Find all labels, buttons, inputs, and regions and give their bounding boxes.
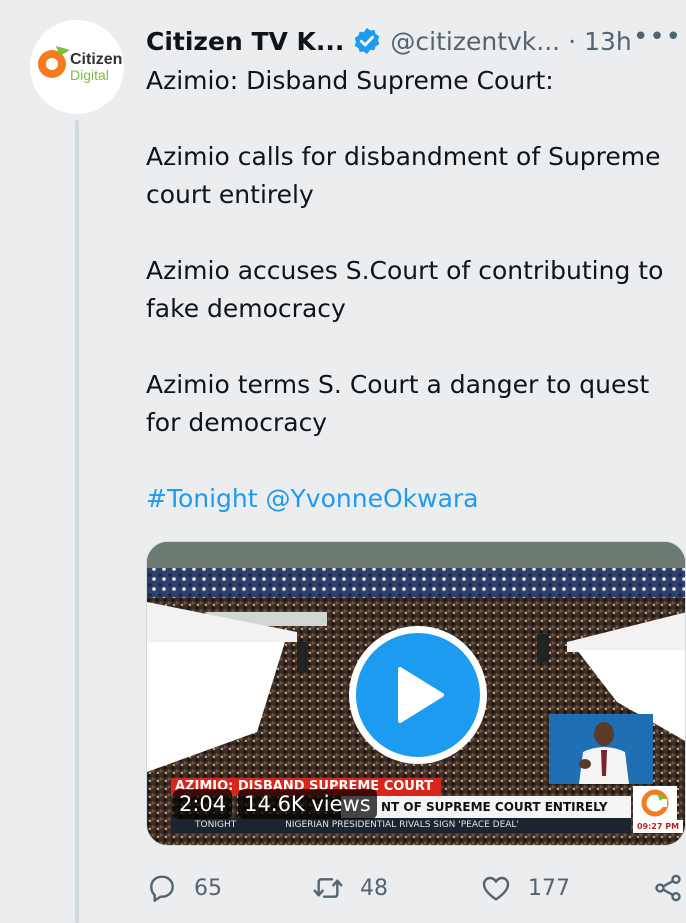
heart-icon: [482, 876, 510, 901]
author-name[interactable]: Citizen TV K...: [146, 27, 344, 56]
like-button[interactable]: 177: [480, 872, 570, 904]
tweet-tags: #Tonight @YvonneOkwara: [146, 480, 686, 518]
video-duration: 2:04: [173, 789, 233, 819]
video-stats-overlay: 2:04 14.6K views: [173, 789, 377, 819]
broadcast-clock: 09:27 PM: [633, 820, 683, 833]
reply-button[interactable]: 65: [146, 872, 222, 904]
retweet-icon: [313, 878, 343, 898]
reply-count: 65: [194, 875, 222, 901]
subheadline-banner: NT OF SUPREME COURT ENTIRELY: [341, 796, 631, 818]
tweet-header: Citizen TV K... @citizentvk... · 13h •••: [146, 22, 686, 60]
thread-connector-line: [75, 120, 79, 923]
tweet-actions: 65 48 177: [146, 868, 686, 908]
tweet-text-line: Azimio accuses S.Court of contributing t…: [146, 256, 664, 323]
tweet-text-line: Azimio calls for disbandment of Supreme …: [146, 142, 661, 209]
video-player[interactable]: AZIMIO: DISBAND SUPREME COURT NT OF SUPR…: [146, 541, 686, 846]
sign-language-interpreter: [549, 714, 653, 784]
news-ticker: TONIGHT NIGERIAN PRESIDENTIAL RIVALS SIG…: [171, 818, 631, 833]
verified-badge-icon: [352, 26, 382, 56]
play-icon: [398, 667, 444, 723]
ticker-show-name: TONIGHT: [195, 820, 237, 830]
channel-logo-icon: [633, 786, 677, 820]
tweet-body: Azimio: Disband Supreme Court: Azimio ca…: [146, 62, 686, 518]
like-count: 177: [528, 875, 570, 901]
tweet-text-line: Azimio: Disband Supreme Court:: [146, 66, 554, 95]
svg-text:Digital: Digital: [70, 67, 109, 83]
share-button[interactable]: [652, 872, 684, 904]
retweet-count: 48: [360, 875, 388, 901]
mention-link[interactable]: @YvonneOkwara: [266, 484, 479, 513]
author-handle[interactable]: @citizentvk...: [390, 27, 560, 56]
hashtag-link[interactable]: #Tonight: [146, 484, 258, 513]
share-icon: [655, 874, 681, 902]
tweet-text-line: Azimio terms S. Court a danger to quest …: [146, 370, 650, 437]
more-options-icon[interactable]: •••: [633, 22, 682, 52]
svg-text:Citizen: Citizen: [70, 51, 122, 68]
play-button[interactable]: [349, 626, 487, 764]
retweet-button[interactable]: 48: [312, 872, 388, 904]
video-views: 14.6K views: [238, 789, 377, 819]
ticker-text: NIGERIAN PRESIDENTIAL RIVALS SIGN 'PEACE…: [285, 820, 519, 830]
time-separator: ·: [568, 26, 577, 56]
avatar[interactable]: Citizen Digital: [30, 20, 124, 114]
reply-icon: [150, 875, 174, 902]
citizen-digital-logo: Citizen Digital: [38, 46, 122, 83]
tweet-timestamp[interactable]: 13h: [584, 27, 632, 56]
